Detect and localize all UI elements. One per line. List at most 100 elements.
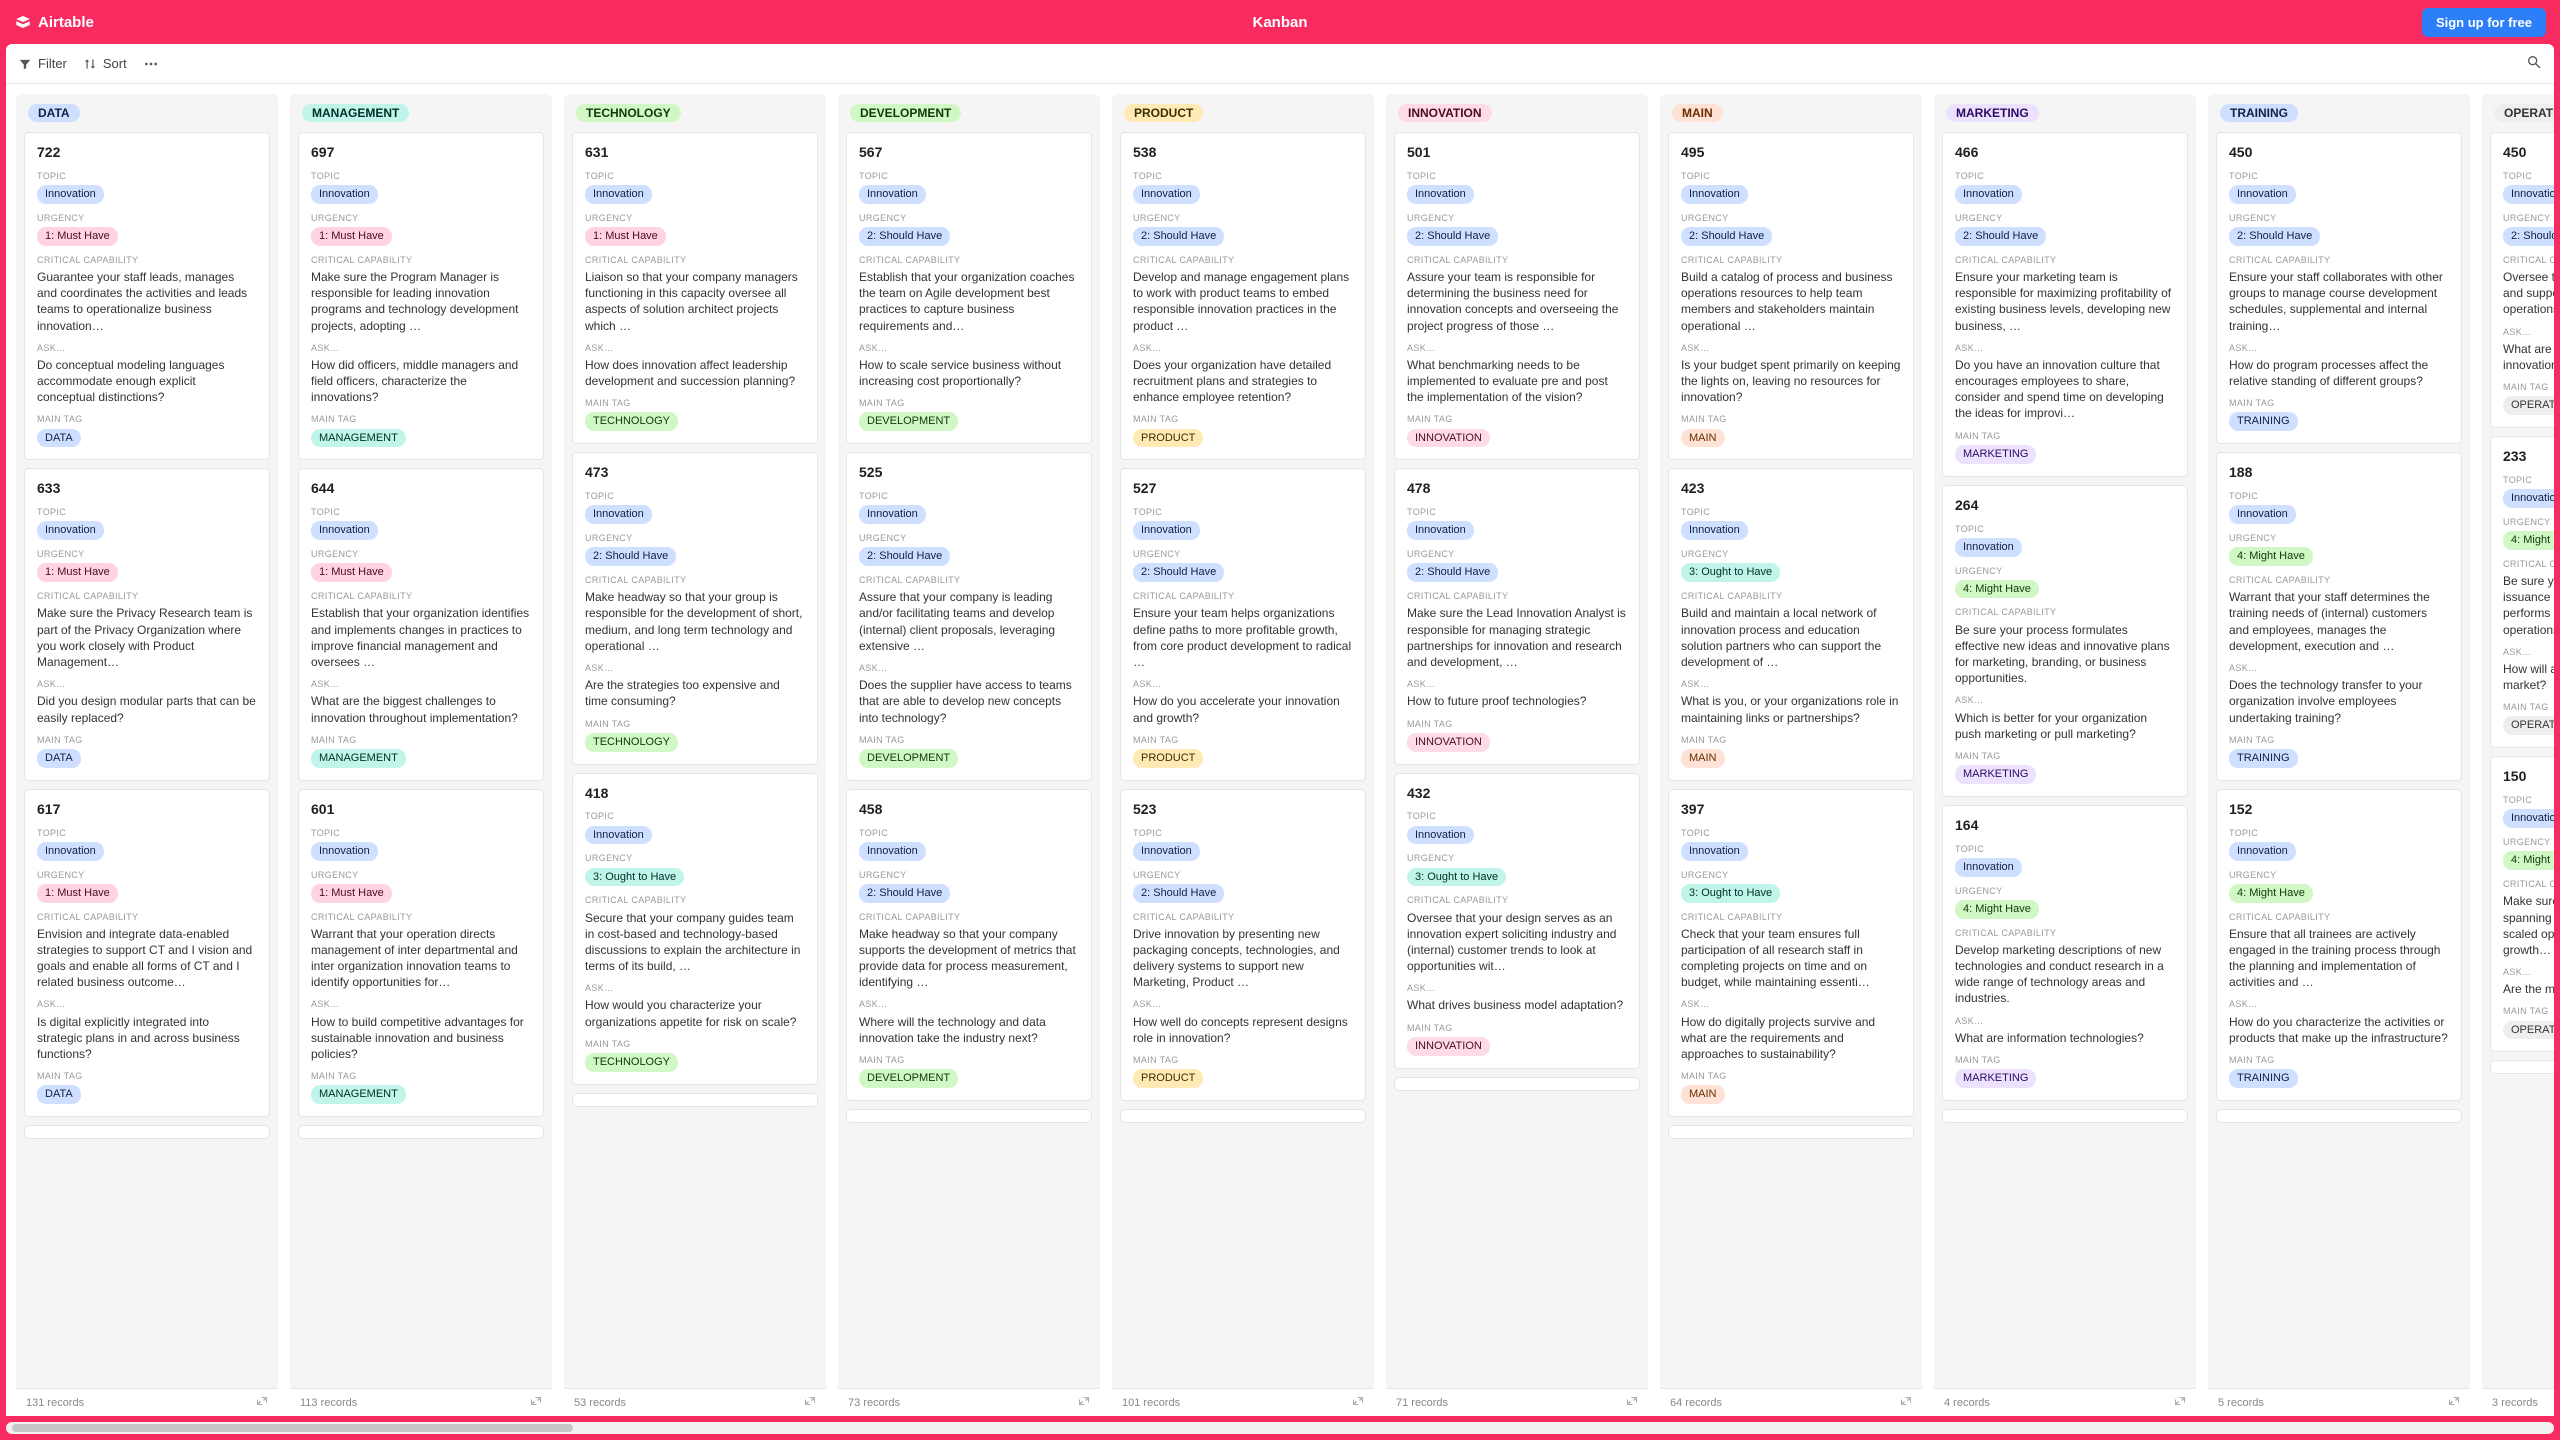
column-tag[interactable]: MARKETING <box>1946 104 2039 122</box>
column-body[interactable]: 450TOPICInnovationURGENCY2: Should HaveC… <box>2482 132 2554 1388</box>
card-peek[interactable] <box>1120 1109 1366 1123</box>
urgency-pill: 4: Might Have <box>1955 580 2039 599</box>
filter-button[interactable]: Filter <box>18 56 67 71</box>
expand-icon[interactable] <box>1352 1395 1364 1410</box>
label-maintag: MAIN TAG <box>585 718 805 730</box>
card[interactable]: 601TOPICInnovationURGENCY1: Must HaveCRI… <box>298 789 544 1117</box>
card[interactable]: 633TOPICInnovationURGENCY1: Must HaveCRI… <box>24 468 270 780</box>
column-tag[interactable]: MAIN <box>1672 104 1723 122</box>
card[interactable]: 473TOPICInnovationURGENCY2: Should HaveC… <box>572 452 818 764</box>
card-peek[interactable] <box>1394 1077 1640 1091</box>
expand-icon[interactable] <box>530 1395 542 1410</box>
column-tag[interactable]: OPERATIONS <box>2494 104 2554 122</box>
column-tag[interactable]: PRODUCT <box>1124 104 1203 122</box>
label-maintag: MAIN TAG <box>2229 397 2449 409</box>
expand-icon[interactable] <box>256 1395 268 1410</box>
label-ask: ASK… <box>2229 998 2449 1010</box>
card[interactable]: 617TOPICInnovationURGENCY1: Must HaveCRI… <box>24 789 270 1117</box>
card-peek[interactable] <box>298 1125 544 1139</box>
column-body[interactable]: 466TOPICInnovationURGENCY2: Should HaveC… <box>1934 132 2196 1388</box>
card[interactable]: 527TOPICInnovationURGENCY2: Should HaveC… <box>1120 468 1366 780</box>
signup-button[interactable]: Sign up for free <box>2422 8 2546 37</box>
column-header: MAIN <box>1660 94 1922 132</box>
brand-name: Airtable <box>38 14 94 31</box>
column-tag[interactable]: MANAGEMENT <box>302 104 409 122</box>
label-ask: ASK… <box>1133 998 1353 1010</box>
topic-pill: Innovation <box>311 842 378 861</box>
urgency-pill: 4: Might Have <box>1955 900 2039 919</box>
capability-text: Check that your team ensures full partic… <box>1681 926 1901 991</box>
column-body[interactable]: 538TOPICInnovationURGENCY2: Should HaveC… <box>1112 132 1374 1388</box>
maintag-pill: OPERATIONS <box>2503 396 2554 415</box>
label-topic: TOPIC <box>585 490 805 502</box>
card[interactable]: 501TOPICInnovationURGENCY2: Should HaveC… <box>1394 132 1640 460</box>
card[interactable]: 450TOPICInnovationURGENCY2: Should HaveC… <box>2490 132 2554 428</box>
column-tag[interactable]: TECHNOLOGY <box>576 104 681 122</box>
capability-text: Warrant that your operation directs mana… <box>311 926 531 991</box>
card[interactable]: 523TOPICInnovationURGENCY2: Should HaveC… <box>1120 789 1366 1101</box>
search-button[interactable] <box>2526 54 2542 73</box>
expand-icon[interactable] <box>1900 1395 1912 1410</box>
more-button[interactable] <box>143 56 159 72</box>
card[interactable]: 458TOPICInnovationURGENCY2: Should HaveC… <box>846 789 1092 1101</box>
card[interactable]: 188TOPICInnovationURGENCY4: Might HaveCR… <box>2216 452 2462 780</box>
card[interactable]: 164TOPICInnovationURGENCY4: Might HaveCR… <box>1942 805 2188 1101</box>
expand-icon[interactable] <box>804 1395 816 1410</box>
card[interactable]: 722TOPICInnovationURGENCY1: Must HaveCRI… <box>24 132 270 460</box>
card[interactable]: 397TOPICInnovationURGENCY3: Ought to Hav… <box>1668 789 1914 1117</box>
label-capability: CRITICAL CAPABILITY <box>2229 574 2449 586</box>
column-body[interactable]: 450TOPICInnovationURGENCY2: Should HaveC… <box>2208 132 2470 1388</box>
expand-icon[interactable] <box>1626 1395 1638 1410</box>
card[interactable]: 150TOPICInnovationURGENCY4: Might HaveCR… <box>2490 756 2554 1052</box>
card-peek[interactable] <box>572 1093 818 1107</box>
label-maintag: MAIN TAG <box>1407 718 1627 730</box>
card-peek[interactable] <box>24 1125 270 1139</box>
card[interactable]: 478TOPICInnovationURGENCY2: Should HaveC… <box>1394 468 1640 764</box>
column-footer: 71 records <box>1386 1388 1648 1416</box>
card[interactable]: 644TOPICInnovationURGENCY1: Must HaveCRI… <box>298 468 544 780</box>
card-id: 601 <box>311 800 531 819</box>
column-tag[interactable]: DATA <box>28 104 80 122</box>
card[interactable]: 432TOPICInnovationURGENCY3: Ought to Hav… <box>1394 773 1640 1069</box>
column-body[interactable]: 631TOPICInnovationURGENCY1: Must HaveCRI… <box>564 132 826 1388</box>
card[interactable]: 525TOPICInnovationURGENCY2: Should HaveC… <box>846 452 1092 780</box>
card[interactable]: 697TOPICInnovationURGENCY1: Must HaveCRI… <box>298 132 544 460</box>
column-body[interactable]: 495TOPICInnovationURGENCY2: Should HaveC… <box>1660 132 1922 1388</box>
card-id: 631 <box>585 143 805 162</box>
label-maintag: MAIN TAG <box>37 734 257 746</box>
card[interactable]: 233TOPICInnovationURGENCY4: Might HaveCR… <box>2490 436 2554 748</box>
expand-icon[interactable] <box>1078 1395 1090 1410</box>
card[interactable]: 495TOPICInnovationURGENCY2: Should HaveC… <box>1668 132 1914 460</box>
label-ask: ASK… <box>1407 982 1627 994</box>
card[interactable]: 423TOPICInnovationURGENCY3: Ought to Hav… <box>1668 468 1914 780</box>
card[interactable]: 466TOPICInnovationURGENCY2: Should HaveC… <box>1942 132 2188 477</box>
maintag-pill: DEVELOPMENT <box>859 749 958 768</box>
column-tag[interactable]: DEVELOPMENT <box>850 104 961 122</box>
column-tag[interactable]: INNOVATION <box>1398 104 1492 122</box>
expand-icon[interactable] <box>2448 1395 2460 1410</box>
scroll-thumb[interactable] <box>12 1424 573 1432</box>
card-peek[interactable] <box>1942 1109 2188 1123</box>
card[interactable]: 418TOPICInnovationURGENCY3: Ought to Hav… <box>572 773 818 1085</box>
card[interactable]: 264TOPICInnovationURGENCY4: Might HaveCR… <box>1942 485 2188 797</box>
card-peek[interactable] <box>2490 1060 2554 1074</box>
card[interactable]: 450TOPICInnovationURGENCY2: Should HaveC… <box>2216 132 2462 444</box>
column-body[interactable]: 567TOPICInnovationURGENCY2: Should HaveC… <box>838 132 1100 1388</box>
card[interactable]: 567TOPICInnovationURGENCY2: Should HaveC… <box>846 132 1092 444</box>
column-tag[interactable]: TRAINING <box>2220 104 2298 122</box>
column-body[interactable]: 697TOPICInnovationURGENCY1: Must HaveCRI… <box>290 132 552 1388</box>
card-peek[interactable] <box>1668 1125 1914 1139</box>
card[interactable]: 152TOPICInnovationURGENCY4: Might HaveCR… <box>2216 789 2462 1101</box>
card-peek[interactable] <box>2216 1109 2462 1123</box>
column-body[interactable]: 501TOPICInnovationURGENCY2: Should HaveC… <box>1386 132 1648 1388</box>
brand[interactable]: Airtable <box>14 13 94 31</box>
card[interactable]: 631TOPICInnovationURGENCY1: Must HaveCRI… <box>572 132 818 444</box>
expand-icon[interactable] <box>2174 1395 2186 1410</box>
column-body[interactable]: 722TOPICInnovationURGENCY1: Must HaveCRI… <box>16 132 278 1388</box>
sort-button[interactable]: Sort <box>83 56 127 71</box>
label-ask: ASK… <box>859 662 1079 674</box>
card[interactable]: 538TOPICInnovationURGENCY2: Should HaveC… <box>1120 132 1366 460</box>
kanban-board[interactable]: DATA 722TOPICInnovationURGENCY1: Must Hav… <box>6 84 2554 1416</box>
horizontal-scrollbar[interactable] <box>6 1422 2554 1434</box>
card-peek[interactable] <box>846 1109 1092 1123</box>
